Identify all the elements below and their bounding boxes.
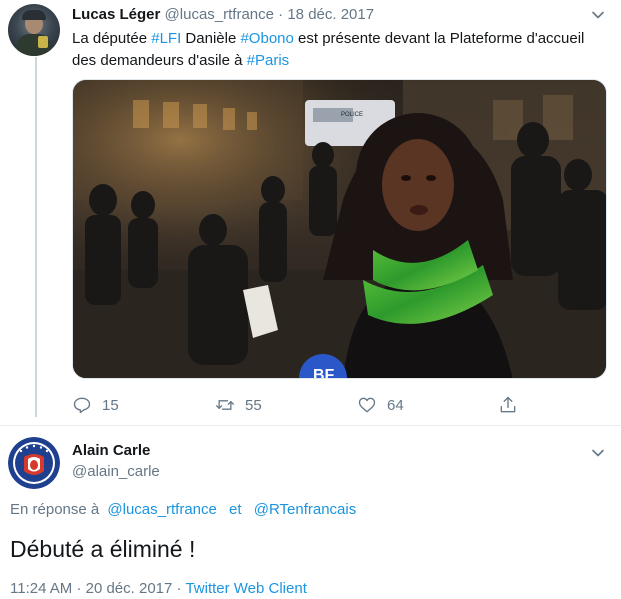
avatar[interactable] [8,4,60,56]
reply-mention-lucas[interactable]: @lucas_rtfrance [107,501,216,518]
chevron-down-icon[interactable] [591,8,605,22]
reply-and: et [229,501,242,518]
hashtag-obono[interactable]: #Obono [240,30,293,47]
tweet-date[interactable]: 18 déc. 2017 [287,6,374,23]
photo-scene: POLICE BF [73,80,606,379]
separator: · [76,580,82,597]
separator: · [176,580,182,597]
tweet-meta: 11:24 AM · 20 déc. 2017 · Twitter Web Cl… [10,580,307,597]
tweet-actions: 15 55 64 [72,395,612,417]
hashtag-lfi[interactable]: #LFI [151,30,181,47]
like-button[interactable]: 64 [357,395,404,415]
separator: · [278,6,284,23]
tweet-photo[interactable]: POLICE BF [72,79,607,379]
author-handle[interactable]: @lucas_rtfrance [165,6,274,23]
avatar[interactable] [8,437,60,489]
like-count: 64 [387,396,404,414]
tweet-time[interactable]: 11:24 AM [10,580,72,597]
author-name[interactable]: Lucas Léger [72,6,160,23]
retweet-count: 55 [245,396,262,414]
tweet-text: Débuté a éliminé ! [10,536,196,562]
author-handle[interactable]: @alain_carle [72,463,160,480]
tweet-date[interactable]: 20 déc. 2017 [86,580,173,597]
share-button[interactable] [498,395,528,415]
mic-label: BF [313,367,335,379]
retweet-icon [216,400,234,410]
reply-context: En réponse à @lucas_rtfrance et @RTenfra… [10,501,360,518]
van-label: POLICE [341,112,363,118]
heart-icon [358,397,376,413]
reply-prefix: En réponse à [10,501,100,518]
reply-count: 15 [102,396,119,414]
author-name[interactable]: Alain Carle [72,442,150,459]
thread-line [35,57,37,417]
tweet-header: Lucas Léger @lucas_rtfrance · 18 déc. 20… [72,6,374,23]
client-link[interactable]: Twitter Web Client [185,580,306,597]
reply-mention-rt[interactable]: @RTenfrancais [254,501,357,518]
chevron-down-icon[interactable] [591,446,605,460]
reply-button[interactable]: 15 [72,395,119,415]
tweet-text: La députée #LFI Danièle #Obono est prése… [72,30,585,69]
hashtag-paris[interactable]: #Paris [247,52,290,69]
divider [0,425,621,426]
reply-icon [73,397,91,414]
retweet-button[interactable]: 55 [215,395,262,415]
share-icon [500,396,516,413]
